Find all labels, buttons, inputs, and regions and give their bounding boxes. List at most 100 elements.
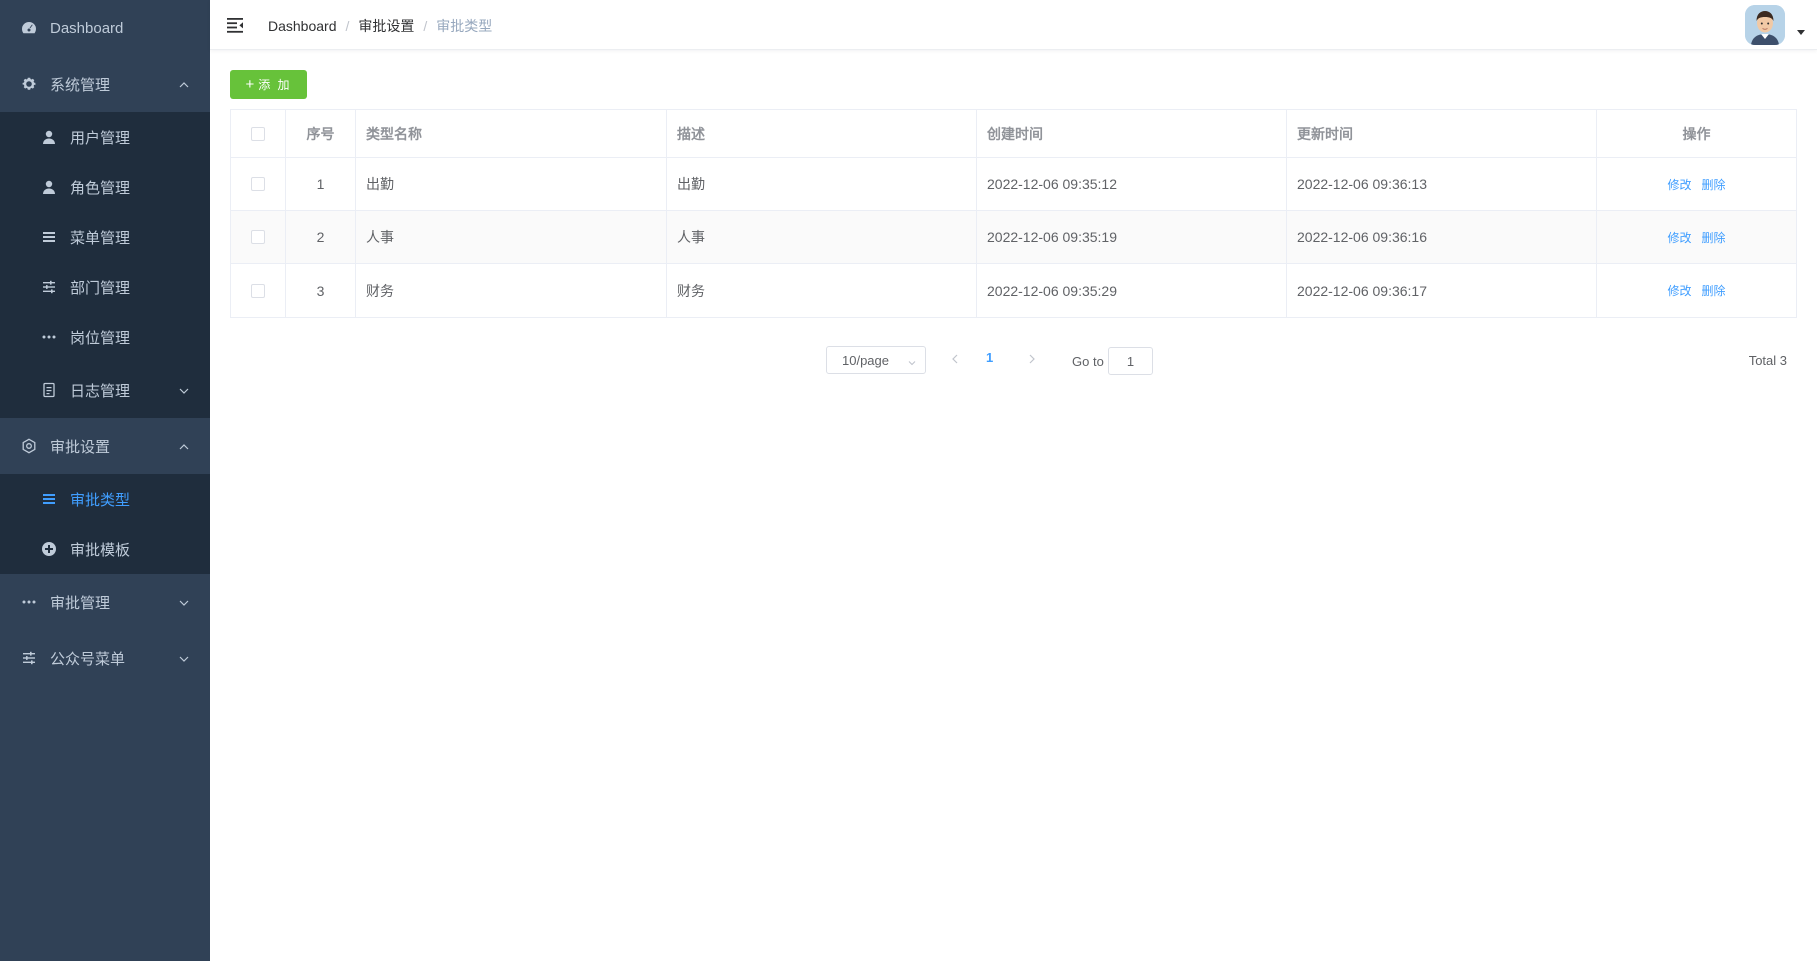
cell-index: 2 [286, 211, 356, 263]
sidebar-item-label: 公众号菜单 [50, 650, 126, 668]
sidebar-item-label: 部门管理 [70, 279, 131, 297]
row-select-cell [231, 264, 286, 317]
cell-desc: 人事 [667, 211, 977, 263]
breadcrumb: Dashboard / 审批设置 / 审批类型 [268, 16, 492, 36]
breadcrumb-separator: / [345, 18, 350, 34]
header-cell: 操作 [1682, 125, 1711, 142]
more-icon [20, 593, 38, 611]
cell-created: 2022-12-06 09:35:29 [977, 264, 1287, 317]
delete-button[interactable]: 删除 [1702, 282, 1726, 299]
sliders-icon [40, 278, 58, 296]
sidebar-item-label: 系统管理 [50, 76, 111, 94]
chevron-left-icon[interactable] [948, 352, 962, 366]
sidebar-item-label: 菜单管理 [70, 229, 131, 247]
header-cell: 类型名称 [356, 110, 667, 157]
edit-button[interactable]: 修改 [1667, 229, 1691, 246]
settings-icon [20, 437, 38, 455]
sidebar-item-label: 用户管理 [70, 129, 131, 147]
header-cell: 序号 [286, 110, 356, 157]
chevron-down-icon [178, 384, 190, 396]
chevron-up-icon [178, 78, 190, 90]
list-icon [40, 490, 58, 508]
table-row: 2 人事 人事 2022-12-06 09:35:19 2022-12-06 0… [231, 211, 1796, 264]
gear-icon [20, 75, 38, 93]
sidebar-item-approval-settings[interactable]: 审批设置 [0, 418, 210, 474]
row-select-cell [231, 211, 286, 263]
goto-label: Go to [1072, 354, 1104, 369]
goto-page-input[interactable] [1108, 347, 1153, 375]
row-checkbox[interactable] [251, 177, 265, 191]
cell-updated: 2022-12-06 09:36:13 [1287, 158, 1597, 210]
table-header-row: 序号 类型名称 描述 创建时间 更新时间 操作 [231, 110, 1796, 158]
delete-button[interactable]: 删除 [1702, 176, 1726, 193]
sidebar-item-label: Dashboard [50, 19, 124, 37]
sidebar-item-logs[interactable]: 日志管理 [0, 362, 210, 418]
sidebar-item-roles[interactable]: 角色管理 [0, 162, 210, 212]
sidebar-item-departments[interactable]: 部门管理 [0, 262, 210, 312]
chevron-down-icon [178, 596, 190, 608]
breadcrumb-item[interactable]: Dashboard [268, 18, 337, 34]
table-row: 1 出勤 出勤 2022-12-06 09:35:12 2022-12-06 0… [231, 158, 1796, 211]
header-cell-select [231, 110, 286, 157]
cell-created: 2022-12-06 09:35:12 [977, 158, 1287, 210]
page-size-value: 10/page [842, 352, 889, 368]
approval-type-table: 序号 类型名称 描述 创建时间 更新时间 操作 1 出勤 出勤 2022-12-… [230, 109, 1797, 318]
plus-icon: + [245, 76, 255, 93]
cell-name: 财务 [356, 264, 667, 317]
page-size-select[interactable]: 10/page [826, 346, 926, 374]
header-cell: 描述 [667, 110, 977, 157]
user-icon [40, 178, 58, 196]
document-icon [40, 381, 58, 399]
cell-name: 人事 [356, 211, 667, 263]
sidebar-item-dashboard[interactable]: Dashboard [0, 0, 210, 56]
chevron-up-icon [178, 440, 190, 452]
table-row: 3 财务 财务 2022-12-06 09:35:29 2022-12-06 0… [231, 264, 1796, 317]
select-all-checkbox[interactable] [251, 126, 265, 141]
sidebar-item-approval-manage[interactable]: 审批管理 [0, 574, 210, 630]
sidebar-item-label: 审批设置 [50, 438, 111, 456]
cell-ops: 修改 删除 [1597, 158, 1796, 210]
sidebar-item-label: 角色管理 [70, 179, 131, 197]
delete-button[interactable]: 删除 [1702, 229, 1726, 246]
caret-down-icon[interactable] [1797, 30, 1805, 35]
cell-created: 2022-12-06 09:35:19 [977, 211, 1287, 263]
hamburger-icon[interactable] [226, 16, 244, 34]
cell-desc: 出勤 [667, 158, 977, 210]
sliders-icon [20, 649, 38, 667]
sidebar-item-users[interactable]: 用户管理 [0, 112, 210, 162]
cell-updated: 2022-12-06 09:36:16 [1287, 211, 1597, 263]
sidebar-item-label: 审批类型 [70, 491, 131, 509]
sidebar-item-approval-types[interactable]: 审批类型 [0, 474, 210, 524]
sidebar-item-wechat-menu[interactable]: 公众号菜单 [0, 630, 210, 686]
breadcrumb-item[interactable]: 审批设置 [358, 16, 414, 36]
chevron-right-icon[interactable] [1025, 352, 1039, 366]
sidebar-item-label: 审批模板 [70, 541, 131, 559]
sidebar: Dashboard 系统管理 用户管理 角色管理 菜单管理 部门管理 岗位管理 … [0, 0, 210, 961]
cell-name: 出勤 [356, 158, 667, 210]
row-checkbox[interactable] [251, 283, 265, 298]
chevron-down-icon [907, 356, 917, 366]
sidebar-item-label: 日志管理 [70, 382, 131, 400]
row-checkbox[interactable] [251, 230, 265, 244]
sidebar-item-label: 岗位管理 [70, 329, 131, 347]
add-button-label: 添 加 [258, 78, 292, 92]
sidebar-item-posts[interactable]: 岗位管理 [0, 312, 210, 362]
add-button[interactable]: + 添 加 [230, 70, 307, 99]
sidebar-item-menus[interactable]: 菜单管理 [0, 212, 210, 262]
total-count: Total 3 [1748, 353, 1787, 368]
user-icon [40, 128, 58, 146]
navbar: Dashboard / 审批设置 / 审批类型 [210, 0, 1817, 50]
more-icon [40, 328, 58, 346]
cell-updated: 2022-12-06 09:36:17 [1287, 264, 1597, 317]
cell-index: 1 [286, 158, 356, 210]
edit-button[interactable]: 修改 [1667, 176, 1691, 193]
sidebar-item-approval-templates[interactable]: 审批模板 [0, 524, 210, 574]
header-cell: 创建时间 [977, 110, 1287, 157]
header-cell: 更新时间 [1287, 110, 1597, 157]
edit-button[interactable]: 修改 [1667, 282, 1691, 299]
sidebar-item-system[interactable]: 系统管理 [0, 56, 210, 112]
sidebar-item-label: 审批管理 [50, 594, 111, 612]
dashboard-icon [20, 19, 38, 37]
page-number-current[interactable]: 1 [986, 350, 993, 365]
avatar[interactable] [1745, 5, 1785, 45]
